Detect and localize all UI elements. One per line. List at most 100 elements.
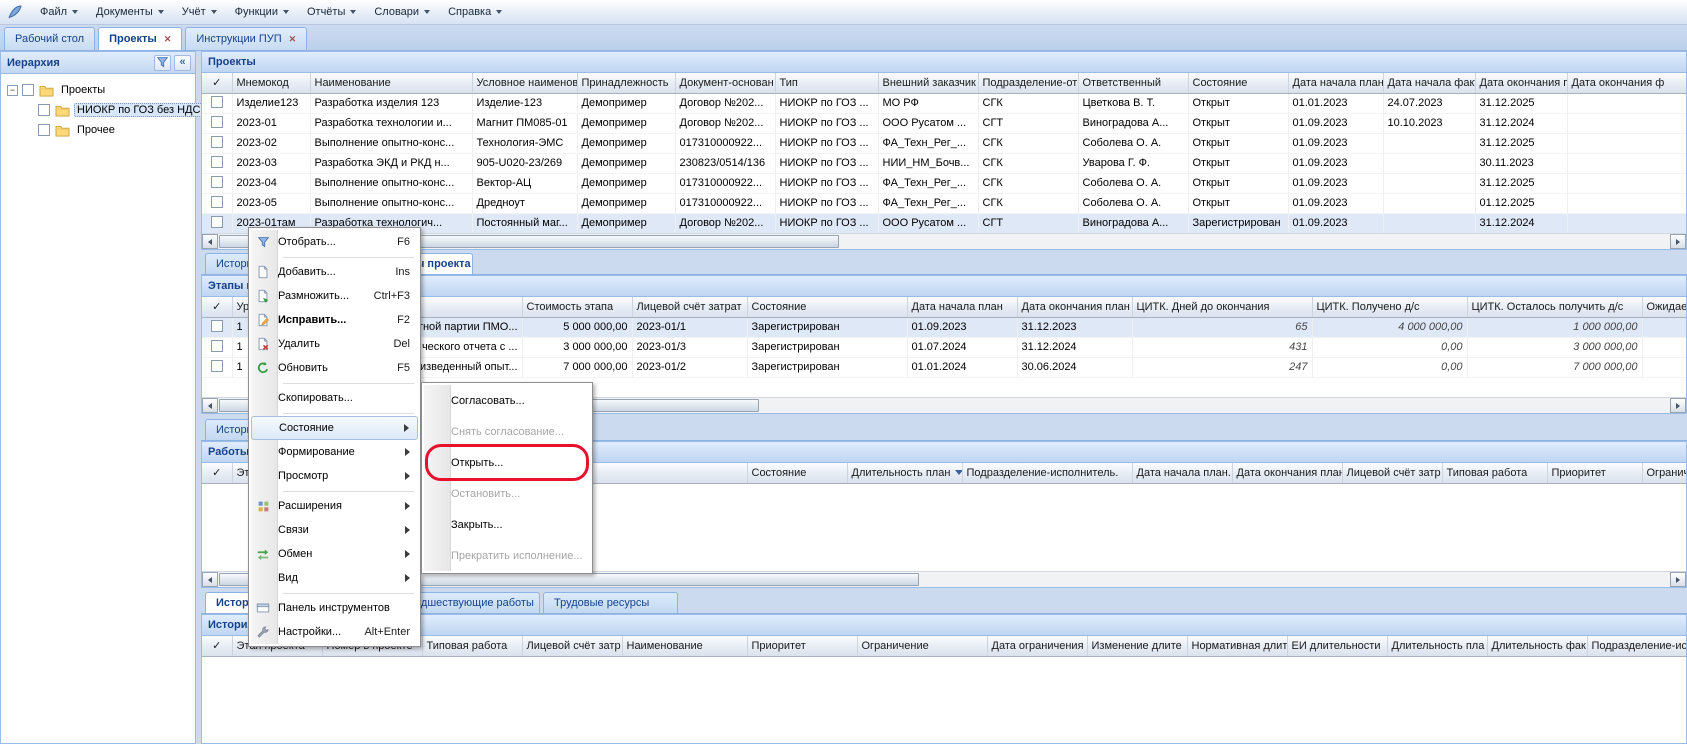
submenu-item-approve[interactable]: Согласовать... — [424, 385, 590, 416]
context-menu-item-toolbar-panel[interactable]: Панель инструментов — [251, 596, 418, 620]
expand-collapse-icon[interactable]: − — [7, 85, 18, 96]
select-all-header[interactable]: ✓ — [202, 73, 232, 93]
context-menu-item-copy[interactable]: Скопировать... — [251, 386, 418, 410]
column-header-10[interactable]: Приоритет — [1547, 463, 1642, 483]
menubar-item-documents[interactable]: Документы — [88, 2, 172, 22]
column-header-14[interactable]: Подразделение-ис — [1587, 636, 1686, 656]
scroll-right-button[interactable] — [1670, 398, 1686, 413]
row-checkbox[interactable] — [211, 320, 223, 332]
column-header-11[interactable]: ЕИ длительности — [1287, 636, 1387, 656]
column-header-4[interactable]: Лицевой счёт затр — [522, 636, 622, 656]
column-header-8[interactable]: Дата ограничения — [987, 636, 1087, 656]
context-menu-item-layout[interactable]: Вид — [251, 566, 418, 590]
column-header-3[interactable]: Условное наименова — [472, 73, 577, 93]
column-header-4[interactable]: Принадлежность — [577, 73, 675, 93]
tree-node-projects-root[interactable]: −Проекты — [3, 80, 193, 100]
table-row[interactable]: 1ческого отчета с ...3 000 000,002023-01… — [202, 337, 1686, 357]
row-checkbox[interactable] — [211, 340, 223, 352]
column-header-5[interactable]: Состояние — [747, 297, 907, 317]
select-all-header[interactable]: ✓ — [202, 463, 232, 483]
column-header-12[interactable]: Дата начала факт — [1383, 73, 1475, 93]
column-header-5[interactable]: Наименование — [622, 636, 747, 656]
column-header-9[interactable]: Изменение длите — [1087, 636, 1187, 656]
tree-node-niokr-goz-bez-nds[interactable]: НИОКР по ГОЗ без НДС — [3, 100, 193, 120]
tree-checkbox[interactable] — [38, 124, 50, 136]
column-header-10[interactable]: Нормативная длит — [1187, 636, 1287, 656]
column-header-8[interactable]: Лицевой счёт затр — [1342, 463, 1442, 483]
column-header-14[interactable]: Дата окончания ф — [1567, 73, 1686, 93]
column-header-5[interactable]: Документ-основан — [675, 73, 775, 93]
tab-desktop[interactable]: Рабочий стол — [4, 27, 95, 50]
column-header-8[interactable]: Подразделение-от — [978, 73, 1078, 93]
row-checkbox[interactable] — [211, 216, 223, 228]
scroll-right-button[interactable] — [1670, 572, 1686, 587]
row-checkbox[interactable] — [211, 196, 223, 208]
context-menu-item-extensions[interactable]: Расширения — [251, 494, 418, 518]
scroll-left-button[interactable] — [202, 398, 218, 413]
column-header-7[interactable]: Внешний заказчик — [878, 73, 978, 93]
tree-checkbox[interactable] — [22, 84, 34, 96]
scroll-left-button[interactable] — [202, 234, 218, 249]
context-menu-item-formation[interactable]: Формирование — [251, 440, 418, 464]
column-header-13[interactable]: Дата окончания п — [1475, 73, 1567, 93]
column-header-11[interactable]: Ограничение — [1642, 463, 1686, 483]
menubar-item-file[interactable]: Файл — [32, 2, 86, 22]
tab-pup-instructions[interactable]: Инструкции ПУП✕ — [185, 27, 307, 50]
column-header-10[interactable]: ЦИТК. Осталось получить д/с — [1467, 297, 1642, 317]
row-checkbox[interactable] — [211, 360, 223, 372]
column-header-13[interactable]: Длительность фак — [1487, 636, 1587, 656]
table-row[interactable]: 1тной партии ПМО...5 000 000,002023-01/1… — [202, 317, 1686, 337]
table-row[interactable]: 2023-02Выполнение опытно-конс...Технолог… — [202, 133, 1686, 153]
select-all-header[interactable]: ✓ — [202, 297, 232, 317]
context-menu-item-settings[interactable]: Настройки...Alt+Enter — [251, 620, 418, 644]
scroll-left-button[interactable] — [202, 572, 218, 587]
tab-labor-resources[interactable]: Трудовые ресурсы — [543, 592, 678, 613]
context-menu-item-view[interactable]: Просмотр — [251, 464, 418, 488]
submenu-item-open[interactable]: Открыть... — [424, 447, 590, 478]
column-header-5[interactable]: Подразделение-исполнитель. — [962, 463, 1132, 483]
column-header-9[interactable]: Типовая работа — [1442, 463, 1547, 483]
column-header-10[interactable]: Состояние — [1188, 73, 1288, 93]
context-menu-item-add[interactable]: Добавить...Ins — [251, 260, 418, 284]
tab-projects[interactable]: Проекты✕ — [98, 27, 182, 50]
column-header-3[interactable]: Состояние — [747, 463, 847, 483]
row-checkbox[interactable] — [211, 116, 223, 128]
context-menu-item-exchange[interactable]: Обмен — [251, 542, 418, 566]
hierarchy-filter-button[interactable] — [154, 55, 171, 71]
context-menu-item-clone[interactable]: Размножить...Ctrl+F3 — [251, 284, 418, 308]
context-menu-item-delete[interactable]: УдалитьDel — [251, 332, 418, 356]
column-header-6[interactable]: Тип — [775, 73, 878, 93]
context-menu-item-refresh[interactable]: ОбновитьF5 — [251, 356, 418, 380]
menubar-item-dictionaries[interactable]: Словари — [366, 2, 438, 22]
column-header-9[interactable]: ЦИТК. Получено д/с — [1312, 297, 1467, 317]
column-header-7[interactable]: Дата окончания план — [1017, 297, 1132, 317]
table-row[interactable]: 2023-04Выполнение опытно-конс...Вектор-А… — [202, 173, 1686, 193]
column-header-4[interactable]: Длительность план — [847, 463, 962, 483]
column-header-8[interactable]: ЦИТК. Дней до окончания — [1132, 297, 1312, 317]
context-menu-item-state[interactable]: Состояние — [251, 416, 418, 440]
context-menu-item-links[interactable]: Связи — [251, 518, 418, 542]
table-row[interactable]: 2023-01тамРазработка технологич...Постоя… — [202, 213, 1686, 233]
tree-node-other[interactable]: Прочее — [3, 120, 193, 140]
column-header-11[interactable]: Ожидаемые — [1642, 297, 1686, 317]
table-row[interactable]: Изделие123Разработка изделия 123Изделие-… — [202, 93, 1686, 113]
context-menu-item-edit[interactable]: Исправить...F2 — [251, 308, 418, 332]
collapse-panel-button[interactable]: « — [174, 55, 191, 71]
table-row[interactable]: 1изведенный опыт...7 000 000,002023-01/2… — [202, 357, 1686, 377]
scroll-right-button[interactable] — [1670, 234, 1686, 249]
column-header-6[interactable]: Дата начала план — [907, 297, 1017, 317]
column-header-3[interactable]: Стоимость этапа — [522, 297, 632, 317]
context-menu-item-filter[interactable]: Отобрать...F6 — [251, 230, 418, 254]
menubar-item-accounting[interactable]: Учёт — [174, 2, 225, 22]
column-header-6[interactable]: Приоритет — [747, 636, 857, 656]
row-checkbox[interactable] — [211, 96, 223, 108]
table-row[interactable]: 2023-01Разработка технологии и...Магнит … — [202, 113, 1686, 133]
column-header-1[interactable]: Мнемокод — [232, 73, 310, 93]
column-header-11[interactable]: Дата начала план. — [1288, 73, 1383, 93]
column-header-9[interactable]: Ответственный — [1078, 73, 1188, 93]
tab-close-icon[interactable]: ✕ — [289, 35, 297, 44]
column-header-7[interactable]: Ограничение — [857, 636, 987, 656]
row-checkbox[interactable] — [211, 176, 223, 188]
table-row[interactable]: 2023-05Выполнение опытно-конс...Дредноут… — [202, 193, 1686, 213]
tree-checkbox[interactable] — [38, 104, 50, 116]
